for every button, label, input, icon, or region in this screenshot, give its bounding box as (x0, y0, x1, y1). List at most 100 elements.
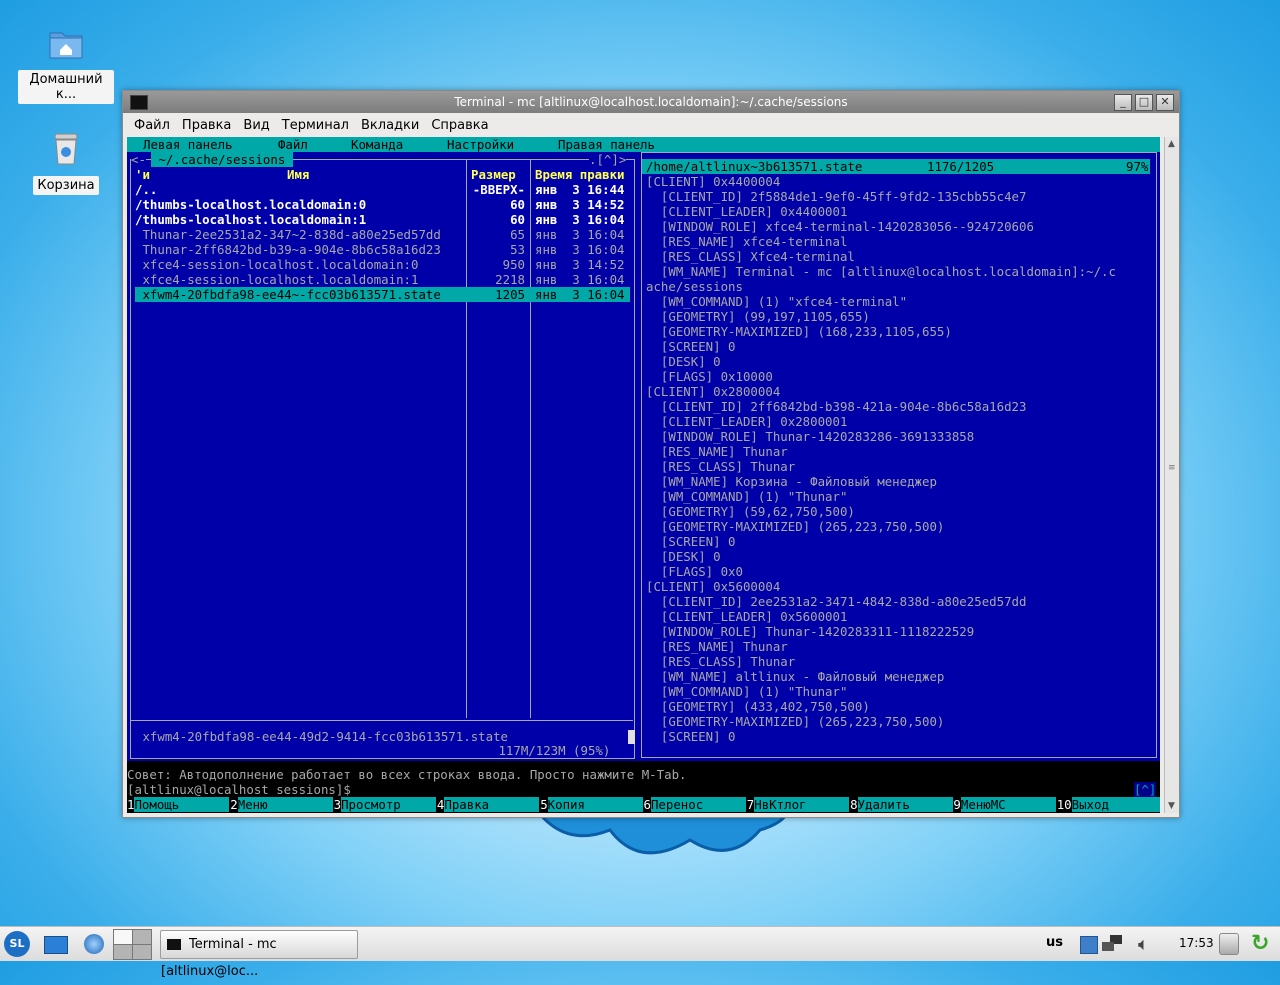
fkey-5[interactable]: 5Копия (540, 797, 643, 812)
workspace-2[interactable] (132, 929, 152, 945)
fkey-label: Перенос (650, 797, 746, 812)
viewer-line: [SCREEN] 0 (646, 729, 736, 744)
sort-indicator[interactable]: 'и (135, 167, 150, 182)
terminal-scrollbar[interactable]: ▲ ≡ ▼ (1164, 137, 1179, 813)
scroll-grip-icon[interactable]: ≡ (1168, 463, 1176, 473)
logout-icon[interactable]: ↻ (1251, 931, 1269, 956)
left-panel-corner[interactable]: .[^]> (589, 152, 627, 167)
scroll-up-icon[interactable]: ▲ (1168, 139, 1175, 149)
viewer-line: [RES_NAME] xfce4-terminal (646, 234, 848, 249)
left-panel-path[interactable]: ~/.cache/sessions (151, 152, 293, 167)
workspace-4[interactable] (132, 944, 152, 960)
file-date[interactable]: янв 3 14:52 (535, 257, 625, 272)
mc-menu-file[interactable]: Файл (278, 137, 308, 152)
desktop-trash[interactable]: Корзина (18, 132, 114, 195)
menu-terminal[interactable]: Терминал (282, 118, 349, 133)
file-size[interactable]: 53 (470, 242, 525, 257)
scroll-down-icon[interactable]: ▼ (1168, 801, 1175, 811)
file-size[interactable]: -ВВЕРХ- (470, 182, 525, 197)
window-title: Terminal - mc [altlinux@localhost.locald… (454, 95, 848, 109)
right-viewer-panel[interactable]: /home/altlinux~3b613571.state 1176/1205 … (638, 152, 1160, 761)
file-size[interactable]: 2218 (470, 272, 525, 287)
viewer-percent: 97% (1126, 159, 1149, 174)
file-name[interactable]: /.. (135, 182, 157, 197)
file-name[interactable]: Thunar-2ff6842bd-b39~a-904e-8b6c58a16d23 (135, 242, 440, 257)
fkey-1[interactable]: 1Помощь (127, 797, 230, 812)
fkey-9[interactable]: 9МенюMC (953, 797, 1056, 812)
clipboard-icon[interactable] (1219, 933, 1239, 955)
left-file-panel[interactable]: <- ~/.cache/sessions .[^]> 'и Имя Размер… (127, 152, 638, 761)
terminal-area[interactable]: Левая панель Файл Команда Настройки Прав… (127, 137, 1160, 813)
show-desktop-button[interactable] (44, 931, 68, 957)
sl-logo-icon: SL (4, 931, 30, 957)
file-date[interactable]: янв 3 16:04 (535, 212, 625, 227)
fkey-3[interactable]: 3Просмотр (333, 797, 437, 812)
maximize-button[interactable]: □ (1135, 94, 1153, 111)
function-key-bar: 1Помощь 2Меню 3Просмотр 4Правка 5Копия 6Перен… (127, 797, 1160, 812)
update-notifier-icon[interactable] (1080, 936, 1098, 954)
minimize-icon: _ (1120, 95, 1126, 108)
file-size[interactable]: 60 (470, 212, 525, 227)
clock[interactable]: 17:53 (1179, 936, 1214, 950)
workspace-switcher[interactable] (113, 929, 152, 960)
mc-menu-options[interactable]: Настройки (447, 137, 514, 152)
file-date[interactable]: янв 3 16:44 (535, 182, 625, 197)
file-date[interactable]: янв 3 16:04 (535, 242, 625, 257)
network-icon[interactable] (1102, 935, 1124, 953)
workspace-1[interactable] (113, 929, 133, 945)
browser-launcher[interactable] (84, 931, 108, 957)
header-name[interactable]: Имя (287, 167, 309, 182)
prompt-corner[interactable]: [^] (1134, 782, 1157, 797)
file-size[interactable]: 1205 (470, 287, 525, 302)
viewer-line: [WM_COMMAND] (1) "Thunar" (646, 684, 848, 699)
file-date[interactable]: янв 3 16:04 (535, 272, 625, 287)
mc-menu-left-panel[interactable]: Левая панель (143, 137, 233, 152)
file-date[interactable]: янв 3 16:04 (535, 287, 625, 302)
minimize-button[interactable]: _ (1114, 94, 1132, 111)
file-size[interactable]: 65 (470, 227, 525, 242)
file-name[interactable]: xfce4-session-localhost.localdomain:0 (135, 257, 418, 272)
viewer-line: [CLIENT] 0x5600004 (646, 579, 781, 594)
mc-menu-command[interactable]: Команда (351, 137, 403, 152)
keyboard-layout-indicator[interactable]: us (1046, 935, 1063, 950)
desktop-home-folder[interactable]: Домашний к... (18, 28, 114, 104)
viewer-line: [GEOMETRY-MAXIMIZED] (265,223,750,500) (646, 714, 945, 729)
file-size[interactable]: 60 (470, 197, 525, 212)
viewer-line: [WM_NAME] Terminal - mc [altlinux@localh… (646, 264, 1116, 279)
viewer-line: [GEOMETRY-MAXIMIZED] (265,223,750,500) (646, 519, 945, 534)
mc-menu-right-panel[interactable]: Правая панель (558, 137, 655, 152)
menu-tabs[interactable]: Вкладки (361, 118, 419, 133)
terminal-task-icon (167, 939, 181, 950)
file-date[interactable]: янв 3 14:52 (535, 197, 625, 212)
fkey-10[interactable]: 10Выход (1056, 797, 1160, 812)
start-menu-button[interactable]: SL (4, 931, 30, 957)
fkey-2[interactable]: 2Меню (230, 797, 333, 812)
fkey-number: 6 (643, 797, 651, 812)
file-name[interactable]: /thumbs-localhost.localdomain:0 (135, 197, 366, 212)
file-date[interactable]: янв 3 16:04 (535, 227, 625, 242)
menu-edit[interactable]: Правка (182, 118, 231, 133)
fkey-6[interactable]: 6Перенос (643, 797, 746, 812)
window-titlebar[interactable]: Terminal - mc [altlinux@localhost.locald… (123, 91, 1179, 113)
menu-view[interactable]: Вид (243, 118, 269, 133)
fkey-4[interactable]: 4Правка (436, 797, 540, 812)
fkey-8[interactable]: 8Удалить (850, 797, 953, 812)
close-button[interactable]: ✕ (1156, 94, 1174, 111)
menu-file[interactable]: Файл (134, 118, 170, 133)
file-name[interactable]: /thumbs-localhost.localdomain:1 (135, 212, 366, 227)
file-name[interactable]: xfwm4-20fbdfa98-ee44~-fcc03b613571.state (135, 287, 440, 302)
fkey-7[interactable]: 7НвКтлог (746, 797, 850, 812)
viewer-line: [SCREEN] 0 (646, 339, 736, 354)
file-name[interactable]: Thunar-2ee2531a2-347~2-838d-a80e25ed57dd (135, 227, 440, 242)
terminal-window[interactable]: Terminal - mc [altlinux@localhost.locald… (122, 90, 1180, 818)
volume-icon[interactable]: 🔈︎ (1138, 934, 1149, 955)
menu-help[interactable]: Справка (431, 118, 488, 133)
file-name[interactable]: xfce4-session-localhost.localdomain:1 (135, 272, 418, 287)
header-mtime[interactable]: Время правки (535, 167, 625, 182)
header-size[interactable]: Размер (471, 167, 516, 182)
mc-top-menu: Левая панель Файл Команда Настройки Прав… (127, 137, 1160, 152)
shell-prompt[interactable]: [altlinux@localhost sessions]$ (127, 782, 351, 797)
file-size[interactable]: 950 (470, 257, 525, 272)
taskbar-terminal-button[interactable]: Terminal - mc [altlinux@loc... (160, 930, 358, 979)
workspace-3[interactable] (113, 944, 133, 960)
